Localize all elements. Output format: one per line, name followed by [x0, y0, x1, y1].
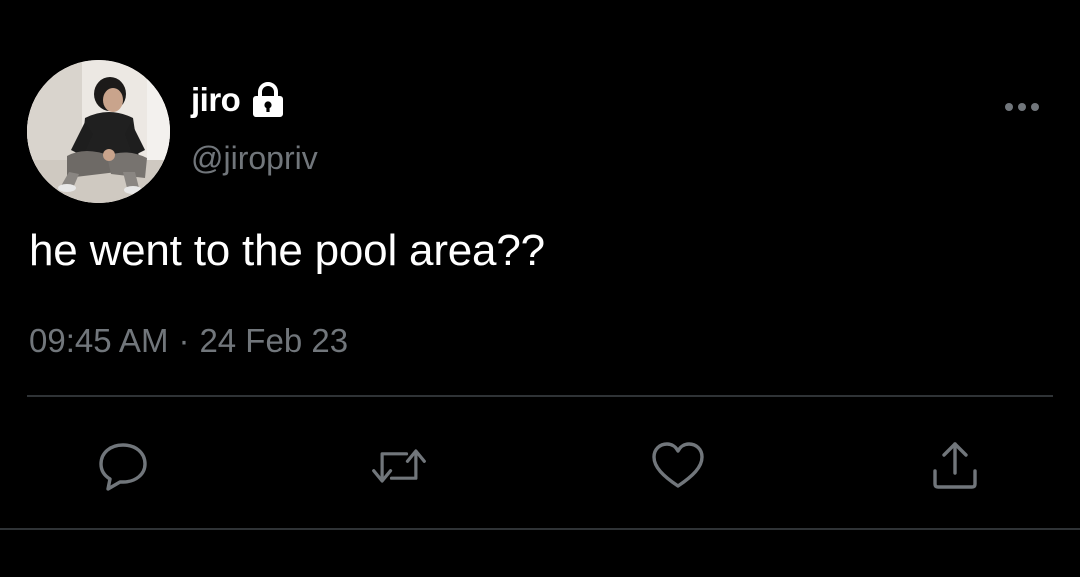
ellipsis-icon	[1005, 103, 1039, 111]
heart-icon	[652, 442, 704, 488]
retweet-button[interactable]	[369, 436, 429, 496]
share-button[interactable]	[925, 436, 985, 496]
more-options-button[interactable]	[1000, 94, 1044, 120]
like-button[interactable]	[648, 436, 708, 496]
author-name-row: jiro	[191, 78, 286, 122]
tweet-time[interactable]: 09:45 AM	[29, 322, 168, 360]
display-name[interactable]: jiro	[191, 81, 241, 119]
meta-separator: ·	[178, 322, 190, 359]
tweet-date[interactable]: 24 Feb 23	[199, 322, 348, 360]
tweet-text: he went to the pool area??	[29, 226, 545, 275]
lock-icon	[250, 81, 286, 119]
avatar[interactable]	[27, 60, 170, 203]
divider	[0, 528, 1080, 530]
profile-photo	[27, 60, 170, 203]
retweet-arrows-icon	[372, 449, 426, 483]
divider	[27, 395, 1053, 397]
share-upload-icon	[933, 442, 977, 489]
reply-button[interactable]	[93, 436, 153, 496]
tweet-timestamp: 09:45 AM · 24 Feb 23	[29, 322, 348, 360]
tweet-detail: jiro @jiropriv he went to the pool area?…	[0, 0, 1080, 577]
speech-bubble-icon	[99, 443, 147, 491]
user-handle[interactable]: @jiropriv	[191, 140, 318, 177]
